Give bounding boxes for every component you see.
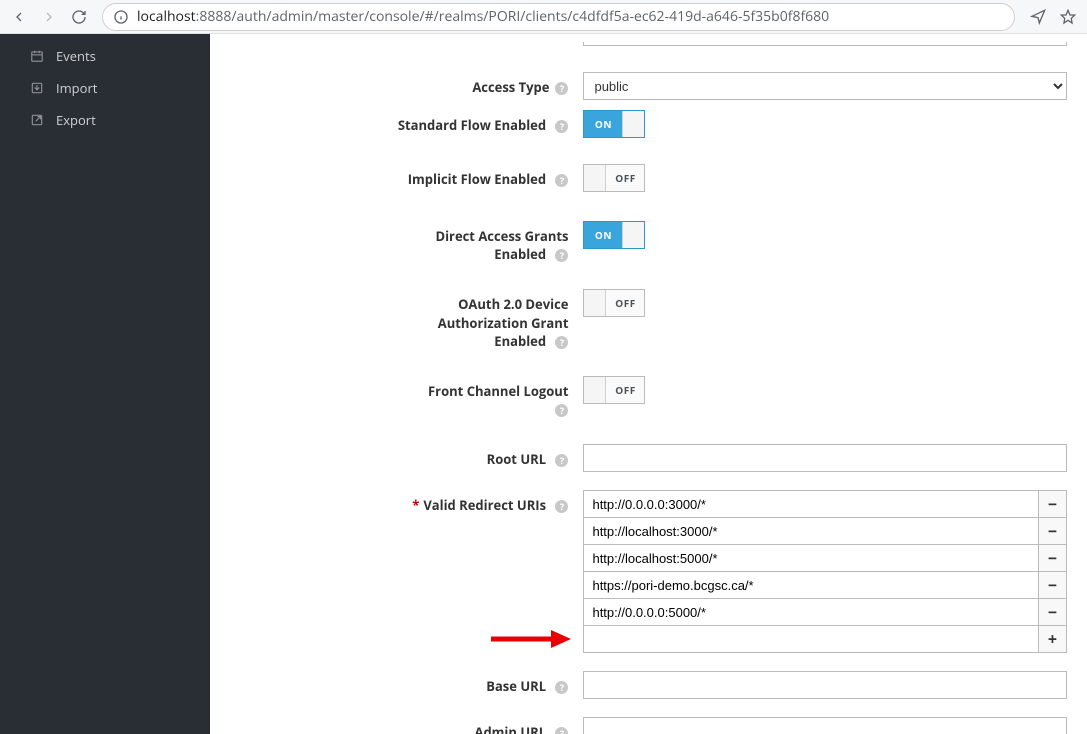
direct-access-toggle[interactable]: ON	[583, 221, 645, 249]
share-icon	[30, 113, 44, 127]
row-standard-flow: Standard Flow Enabled ? ON	[230, 110, 1067, 138]
help-icon[interactable]: ?	[555, 727, 568, 734]
label-base-url: Base URL	[486, 677, 546, 695]
row-access-type: Access Type? public	[230, 72, 1067, 100]
browser-toolbar: localhost:8888/auth/admin/master/console…	[0, 0, 1087, 34]
label-direct-access: Direct Access Grants Enabled	[435, 227, 568, 263]
label-oauth-device: OAuth 2.0 Device Authorization Grant Ena…	[438, 295, 569, 349]
help-icon[interactable]: ?	[555, 120, 568, 133]
standard-flow-toggle[interactable]: ON	[583, 110, 645, 138]
help-icon[interactable]: ?	[555, 404, 568, 417]
url-path: :8888/auth/admin/master/console/#/realms…	[196, 7, 830, 26]
info-icon	[113, 9, 129, 25]
row-direct-access: Direct Access Grants Enabled ? ON	[230, 221, 1067, 263]
label-standard-flow: Standard Flow Enabled	[398, 116, 546, 134]
label-implicit-flow: Implicit Flow Enabled	[408, 170, 546, 188]
help-icon[interactable]: ?	[555, 336, 568, 349]
row-base-url: Base URL ?	[230, 671, 1067, 699]
label-root-url: Root URL	[487, 450, 546, 468]
oauth-device-toggle[interactable]: OFF	[583, 289, 645, 317]
sidebar-item-label: Export	[56, 111, 96, 129]
remove-uri-button[interactable]: −	[1039, 490, 1067, 518]
reload-button[interactable]	[66, 4, 92, 30]
redirect-uri-new-input[interactable]	[583, 625, 1039, 653]
remove-uri-button[interactable]: −	[1039, 571, 1067, 599]
row-front-channel-logout: Front Channel Logout ? OFF	[230, 376, 1067, 418]
label-access-type: Access Type	[472, 78, 549, 96]
redirect-uri-input[interactable]	[583, 517, 1039, 545]
clipped-input[interactable]	[583, 42, 1067, 46]
label-front-channel: Front Channel Logout	[428, 382, 568, 400]
redirect-uri-input[interactable]	[583, 544, 1039, 572]
remove-uri-button[interactable]: −	[1039, 517, 1067, 545]
row-implicit-flow: Implicit Flow Enabled ? OFF	[230, 164, 1067, 195]
admin-url-input[interactable]	[583, 717, 1067, 734]
remove-uri-button[interactable]: −	[1039, 544, 1067, 572]
access-type-select[interactable]: public	[583, 72, 1067, 100]
url-host: localhost	[137, 7, 196, 26]
valid-redirect-list: − − − − − +	[583, 490, 1067, 653]
main-content: Access Type? public Standard Flow Enable…	[210, 34, 1087, 734]
download-icon	[30, 81, 44, 95]
help-icon[interactable]: ?	[555, 500, 568, 513]
remove-uri-button[interactable]: −	[1039, 598, 1067, 626]
back-button[interactable]	[6, 4, 32, 30]
front-channel-logout-toggle[interactable]: OFF	[583, 376, 645, 404]
sidebar-item-label: Import	[56, 79, 97, 97]
label-admin-url: Admin URL	[474, 723, 546, 734]
sidebar: Events Import Export	[0, 34, 210, 734]
row-admin-url: Admin URL ?	[230, 717, 1067, 734]
help-icon[interactable]: ?	[555, 82, 568, 95]
redirect-uri-input[interactable]	[583, 598, 1039, 626]
redirect-uri-input[interactable]	[583, 571, 1039, 599]
sidebar-item-export[interactable]: Export	[0, 104, 210, 136]
sidebar-item-label: Events	[56, 47, 96, 65]
row-oauth-device: OAuth 2.0 Device Authorization Grant Ena…	[230, 289, 1067, 350]
root-url-input[interactable]	[583, 444, 1067, 472]
implicit-flow-toggle[interactable]: OFF	[583, 164, 645, 192]
redirect-uri-input[interactable]	[583, 490, 1039, 518]
send-icon[interactable]	[1025, 4, 1051, 30]
arrow-annotation-icon	[491, 629, 571, 649]
help-icon[interactable]: ?	[555, 174, 568, 187]
row-valid-redirect: *Valid Redirect URIs ? − − − − − +	[230, 490, 1067, 653]
star-icon[interactable]	[1055, 4, 1081, 30]
sidebar-item-import[interactable]: Import	[0, 72, 210, 104]
add-uri-button[interactable]: +	[1039, 625, 1067, 653]
sidebar-item-events[interactable]: Events	[0, 40, 210, 72]
label-valid-redirect: Valid Redirect URIs	[423, 496, 546, 514]
address-bar[interactable]: localhost:8888/auth/admin/master/console…	[102, 3, 1015, 31]
help-icon[interactable]: ?	[555, 681, 568, 694]
help-icon[interactable]: ?	[555, 249, 568, 262]
calendar-icon	[30, 49, 44, 63]
required-star: *	[412, 496, 419, 514]
row-root-url: Root URL ?	[230, 444, 1067, 472]
help-icon[interactable]: ?	[555, 454, 568, 467]
forward-button[interactable]	[36, 4, 62, 30]
base-url-input[interactable]	[583, 671, 1067, 699]
